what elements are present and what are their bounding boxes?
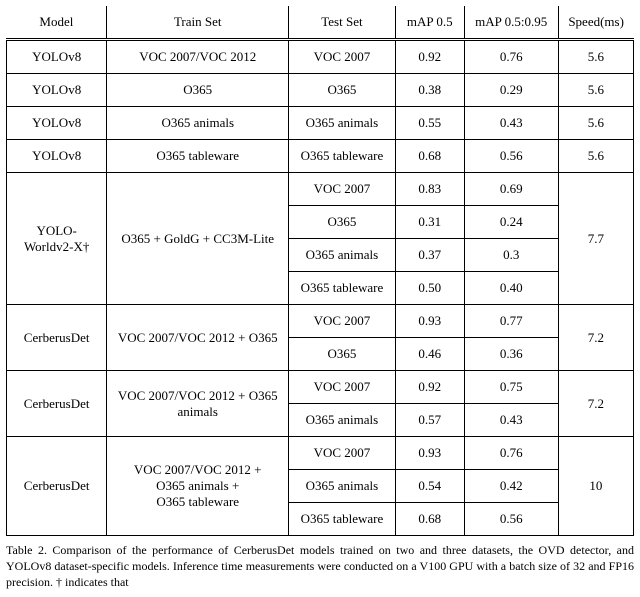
table-row: CerberusDet VOC 2007/VOC 2012 + O365 VOC… <box>7 305 634 338</box>
table-row: CerberusDet VOC 2007/VOC 2012 + O365 ani… <box>7 371 634 404</box>
cell-test: O365 animals <box>289 239 396 272</box>
cell-map50: 0.55 <box>395 107 464 140</box>
cell-map50: 0.46 <box>395 338 464 371</box>
col-speed: Speed(ms) <box>558 6 633 40</box>
cell-map5095: 0.36 <box>464 338 558 371</box>
cell-map50: 0.83 <box>395 173 464 206</box>
cell-train: VOC 2007/VOC 2012 + O365 <box>107 305 289 371</box>
cell-map5095: 0.76 <box>464 40 558 74</box>
table-row: YOLOv8 O365 animals O365 animals 0.55 0.… <box>7 107 634 140</box>
cell-model: YOLOv8 <box>7 40 107 74</box>
cell-test: O365 tableware <box>289 140 396 173</box>
cell-model: YOLOv8 <box>7 74 107 107</box>
train-line: O365 animals + <box>156 478 239 493</box>
cell-speed: 10 <box>558 437 633 536</box>
cell-map5095: 0.77 <box>464 305 558 338</box>
cell-speed: 7.2 <box>558 371 633 437</box>
cell-model: CerberusDet <box>7 437 107 536</box>
cell-map50: 0.93 <box>395 305 464 338</box>
cell-map50: 0.31 <box>395 206 464 239</box>
cell-map5095: 0.43 <box>464 404 558 437</box>
col-map50: mAP 0.5 <box>395 6 464 40</box>
cell-map50: 0.50 <box>395 272 464 305</box>
cell-map5095: 0.42 <box>464 470 558 503</box>
cell-map5095: 0.69 <box>464 173 558 206</box>
table-header-row: Model Train Set Test Set mAP 0.5 mAP 0.5… <box>7 6 634 40</box>
cell-map5095: 0.40 <box>464 272 558 305</box>
cell-map5095: 0.3 <box>464 239 558 272</box>
cell-map5095: 0.76 <box>464 437 558 470</box>
train-line: VOC 2007/VOC 2012 + <box>134 462 262 477</box>
cell-test: O365 animals <box>289 107 396 140</box>
cell-model: CerberusDet <box>7 305 107 371</box>
cell-speed: 5.6 <box>558 40 633 74</box>
table-row: YOLOv8 VOC 2007/VOC 2012 VOC 2007 0.92 0… <box>7 40 634 74</box>
table-row: YOLO-Worldv2-X† O365 + GoldG + CC3M-Lite… <box>7 173 634 206</box>
cell-test: VOC 2007 <box>289 173 396 206</box>
col-model: Model <box>7 6 107 40</box>
cell-train: O365 animals <box>107 107 289 140</box>
table-row: YOLOv8 O365 O365 0.38 0.29 5.6 <box>7 74 634 107</box>
cell-map5095: 0.43 <box>464 107 558 140</box>
table-row: CerberusDet VOC 2007/VOC 2012 + O365 ani… <box>7 437 634 470</box>
cell-map50: 0.37 <box>395 239 464 272</box>
cell-speed: 5.6 <box>558 107 633 140</box>
cell-map50: 0.57 <box>395 404 464 437</box>
table-row: YOLOv8 O365 tableware O365 tableware 0.6… <box>7 140 634 173</box>
results-table: Model Train Set Test Set mAP 0.5 mAP 0.5… <box>6 6 634 536</box>
cell-train: VOC 2007/VOC 2012 <box>107 40 289 74</box>
col-train: Train Set <box>107 6 289 40</box>
table-caption: Table 2. Comparison of the performance o… <box>6 542 634 591</box>
cell-map50: 0.68 <box>395 140 464 173</box>
cell-test: O365 tableware <box>289 272 396 305</box>
cell-model: YOLOv8 <box>7 140 107 173</box>
cell-train: O365 + GoldG + CC3M-Lite <box>107 173 289 305</box>
cell-speed: 7.7 <box>558 173 633 305</box>
cell-test: VOC 2007 <box>289 40 396 74</box>
cell-test: VOC 2007 <box>289 305 396 338</box>
cell-train: VOC 2007/VOC 2012 + O365 animals <box>107 371 289 437</box>
cell-test: O365 <box>289 74 396 107</box>
cell-test: O365 animals <box>289 404 396 437</box>
train-line: O365 tableware <box>156 494 239 509</box>
cell-speed: 5.6 <box>558 74 633 107</box>
cell-map5095: 0.24 <box>464 206 558 239</box>
cell-test: VOC 2007 <box>289 371 396 404</box>
cell-map5095: 0.56 <box>464 140 558 173</box>
cell-map50: 0.92 <box>395 371 464 404</box>
cell-map5095: 0.75 <box>464 371 558 404</box>
cell-model: YOLOv8 <box>7 107 107 140</box>
cell-map50: 0.38 <box>395 74 464 107</box>
col-map5095: mAP 0.5:0.95 <box>464 6 558 40</box>
cell-map50: 0.93 <box>395 437 464 470</box>
cell-test: O365 <box>289 338 396 371</box>
cell-model: YOLO-Worldv2-X† <box>7 173 107 305</box>
cell-speed: 7.2 <box>558 305 633 371</box>
cell-map5095: 0.29 <box>464 74 558 107</box>
cell-train: O365 tableware <box>107 140 289 173</box>
cell-test: VOC 2007 <box>289 437 396 470</box>
cell-train: VOC 2007/VOC 2012 + O365 animals + O365 … <box>107 437 289 536</box>
cell-train: O365 <box>107 74 289 107</box>
cell-map50: 0.92 <box>395 40 464 74</box>
cell-model: CerberusDet <box>7 371 107 437</box>
cell-test: O365 <box>289 206 396 239</box>
col-test: Test Set <box>289 6 396 40</box>
cell-speed: 5.6 <box>558 140 633 173</box>
cell-map50: 0.54 <box>395 470 464 503</box>
cell-test: O365 animals <box>289 470 396 503</box>
